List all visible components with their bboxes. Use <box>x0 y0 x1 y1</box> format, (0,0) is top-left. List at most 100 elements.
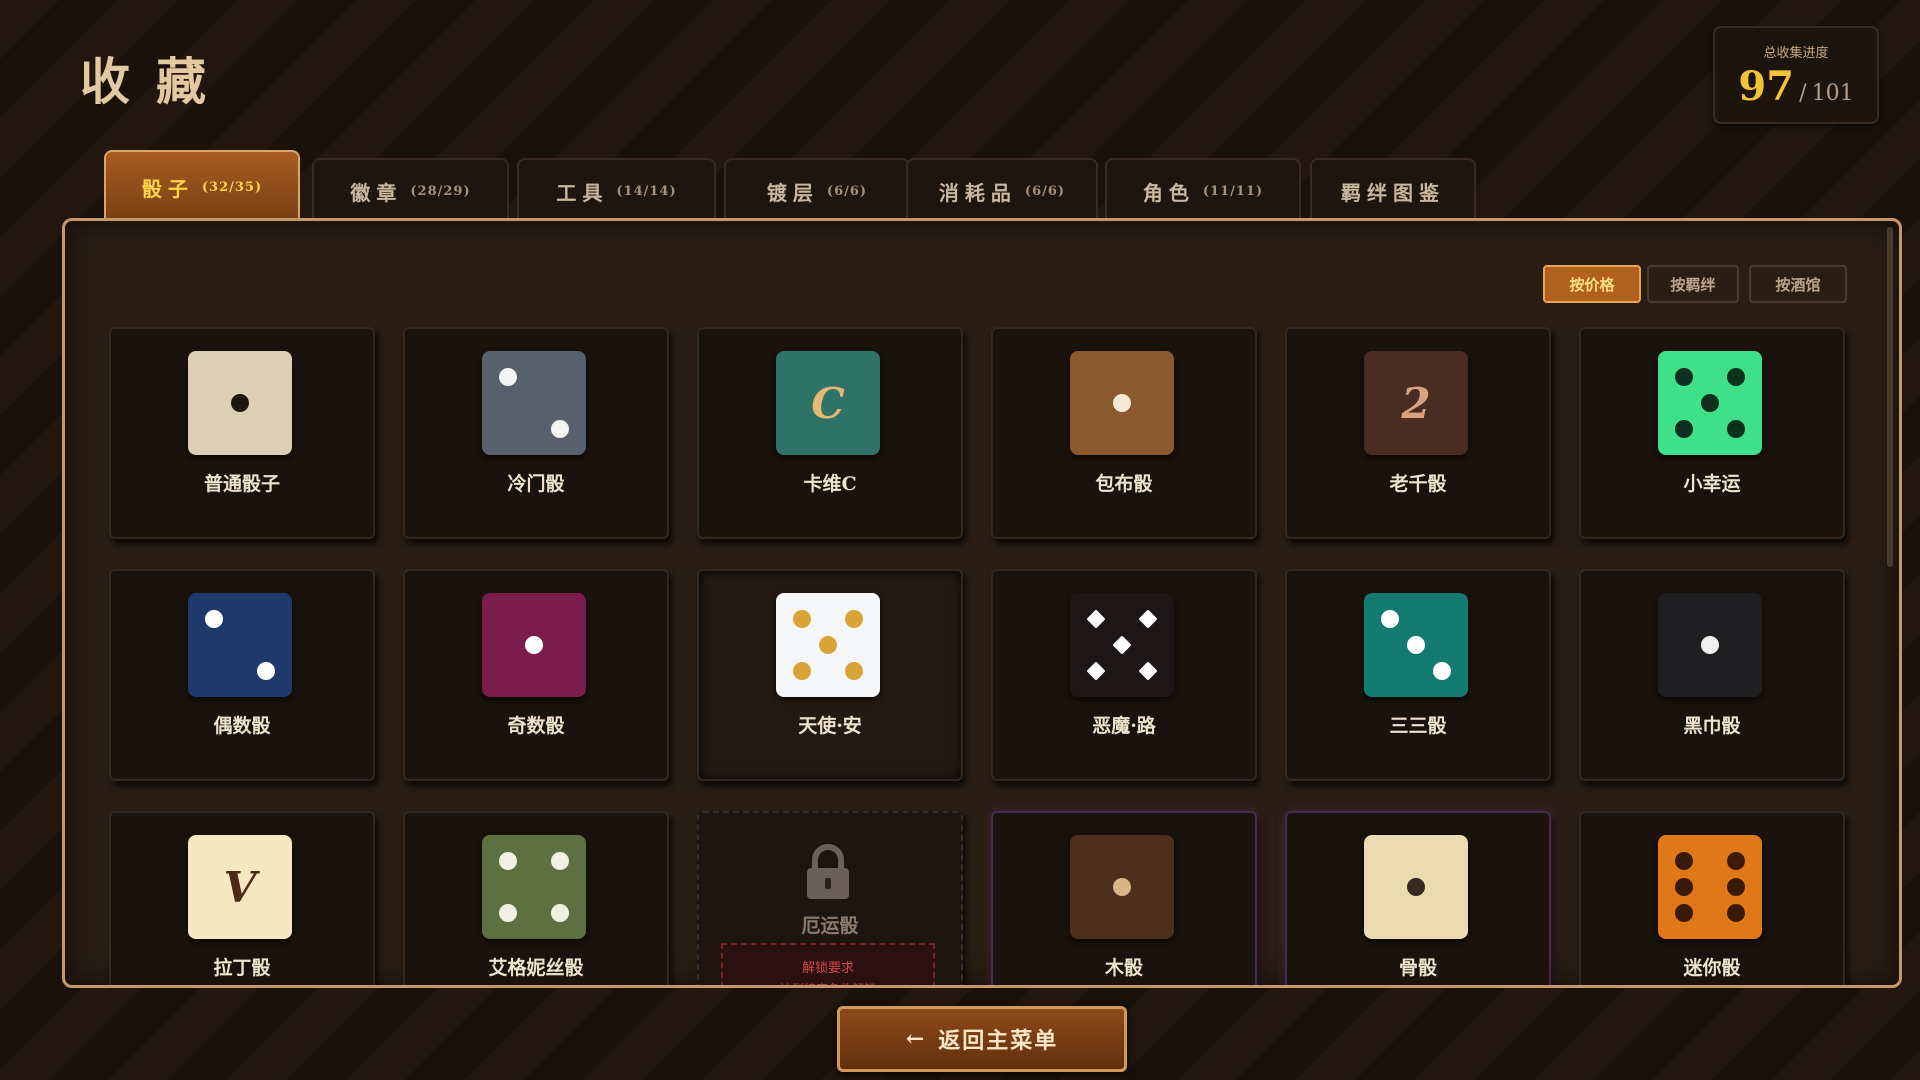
dice-name: 三三骰 <box>1389 715 1447 737</box>
tab-6[interactable]: 角色 (11/11) <box>1105 158 1301 222</box>
tab-5[interactable]: 消耗品 (6/6) <box>906 158 1098 222</box>
sort-button-2[interactable]: 按羁绊 <box>1647 265 1739 303</box>
dice-name: 小幸运 <box>1683 473 1741 495</box>
tab-count: (14/14) <box>616 183 677 199</box>
progress-current: 97 <box>1738 63 1795 110</box>
dice-name: 厄运骰 <box>801 915 859 937</box>
dice-name: 木骰 <box>1104 957 1143 979</box>
tab-count: (11/11) <box>1202 183 1264 199</box>
dice-card[interactable]: 黑巾骰 <box>1579 569 1845 781</box>
tab-4[interactable]: 镀层 (6/6) <box>724 158 910 222</box>
sort-button-3[interactable]: 按酒馆 <box>1749 265 1847 303</box>
dice-card[interactable]: V 拉丁骰 <box>109 811 375 985</box>
dice-pip <box>1407 636 1425 654</box>
dice-pip <box>1727 368 1745 386</box>
tab-label: 角色 <box>1142 180 1195 205</box>
dice-face-icon: C <box>776 351 880 455</box>
dice-pip <box>551 904 569 922</box>
dice-face-icon <box>482 593 586 697</box>
dice-face-icon <box>1364 835 1468 939</box>
dice-pip <box>1675 878 1693 896</box>
dice-card[interactable]: 偶数骰 <box>109 569 375 781</box>
dice-glyph: 2 <box>1401 378 1431 428</box>
dice-pip <box>1112 635 1132 655</box>
dice-name: 拉丁骰 <box>213 957 271 979</box>
dice-name: 卡维C <box>803 473 857 495</box>
dice-card[interactable]: 普通骰子 <box>109 327 375 539</box>
dice-face-icon <box>1070 351 1174 455</box>
dice-face-icon <box>1070 835 1174 939</box>
dice-pip <box>499 852 517 870</box>
dice-card[interactable]: 包布骰 <box>991 327 1257 539</box>
dice-pip <box>231 394 249 412</box>
tab-count: (32/35) <box>201 179 263 195</box>
locked-dice-card[interactable]: 厄运骰解锁要求达到特定条件解锁 <box>697 811 963 985</box>
tab-label: 徽章 <box>350 180 403 205</box>
dice-card[interactable]: 三三骰 <box>1285 569 1551 781</box>
dice-name: 黑巾骰 <box>1683 715 1741 737</box>
dice-pip <box>845 610 863 628</box>
dice-card[interactable]: 小幸运 <box>1579 327 1845 539</box>
dice-card[interactable]: 奇数骰 <box>403 569 669 781</box>
dice-card[interactable]: 冷门骰 <box>403 327 669 539</box>
unlock-requirement-title: 解锁要求 <box>801 961 854 976</box>
dice-pip <box>1727 904 1745 922</box>
dice-card[interactable]: 骨骰 <box>1285 811 1551 985</box>
dice-glyph: C <box>811 378 845 428</box>
dice-name: 冷门骰 <box>507 473 565 495</box>
sort-button-1[interactable]: 按价格 <box>1543 265 1641 303</box>
dice-pip <box>1113 878 1131 896</box>
dice-card[interactable]: 艾格妮丝骰 <box>403 811 669 985</box>
dice-face-icon <box>1070 593 1174 697</box>
unlock-requirement: 解锁要求达到特定条件解锁 <box>721 943 935 985</box>
dice-pip <box>1675 904 1693 922</box>
dice-pip <box>1086 661 1106 681</box>
dice-card[interactable]: 迷你骰 <box>1579 811 1845 985</box>
dice-pip <box>1727 420 1745 438</box>
dice-pip <box>1727 852 1745 870</box>
dice-name: 骨骰 <box>1398 957 1437 979</box>
dice-pip <box>525 636 543 654</box>
scrollbar[interactable] <box>1887 227 1893 567</box>
dice-card[interactable]: 2 老千骰 <box>1285 327 1551 539</box>
dice-card[interactable]: 天使·安 <box>697 569 963 781</box>
tab-1[interactable]: 骰子 (32/35) <box>104 150 300 224</box>
dice-face-icon <box>1658 835 1762 939</box>
dice-pip <box>1675 420 1693 438</box>
dice-pip <box>1138 661 1158 681</box>
dice-face-icon <box>1658 593 1762 697</box>
dice-name: 艾格妮丝骰 <box>488 957 584 979</box>
dice-pip <box>1381 610 1399 628</box>
back-button-label: 返回主菜单 <box>938 1028 1059 1054</box>
tab-7[interactable]: 羁绊图鉴 <box>1310 158 1476 222</box>
dice-pip <box>1113 394 1131 412</box>
tab-2[interactable]: 徽章 (28/29) <box>312 158 509 222</box>
progress-separator: / <box>1799 81 1807 106</box>
dice-pip <box>845 662 863 680</box>
dice-card[interactable]: 木骰 <box>991 811 1257 985</box>
dice-face-icon <box>482 351 586 455</box>
tab-3[interactable]: 工具 (14/14) <box>517 158 716 222</box>
back-to-main-menu-button[interactable]: ← 返回主菜单 <box>837 1006 1127 1072</box>
dice-face-icon <box>776 593 880 697</box>
lock-icon <box>807 844 849 899</box>
progress-label: 总收集进度 <box>1763 46 1829 61</box>
back-arrow-icon: ← <box>905 1026 927 1052</box>
dice-glyph: V <box>223 862 257 912</box>
dice-pip <box>793 662 811 680</box>
dice-card[interactable]: 恶魔·路 <box>991 569 1257 781</box>
dice-pip <box>1086 609 1106 629</box>
dice-pip <box>819 636 837 654</box>
dice-face-icon <box>482 835 586 939</box>
dice-name: 偶数骰 <box>213 715 271 737</box>
dice-pip <box>499 904 517 922</box>
dice-pip <box>793 610 811 628</box>
tab-count: (6/6) <box>826 183 868 199</box>
dice-pip <box>1727 878 1745 896</box>
dice-pip <box>1675 852 1693 870</box>
dice-card[interactable]: C 卡维C <box>697 327 963 539</box>
dice-name: 奇数骰 <box>507 715 565 737</box>
progress-value: 97 / 101 <box>1715 63 1877 110</box>
dice-pip <box>1701 636 1719 654</box>
dice-pip <box>1433 662 1451 680</box>
